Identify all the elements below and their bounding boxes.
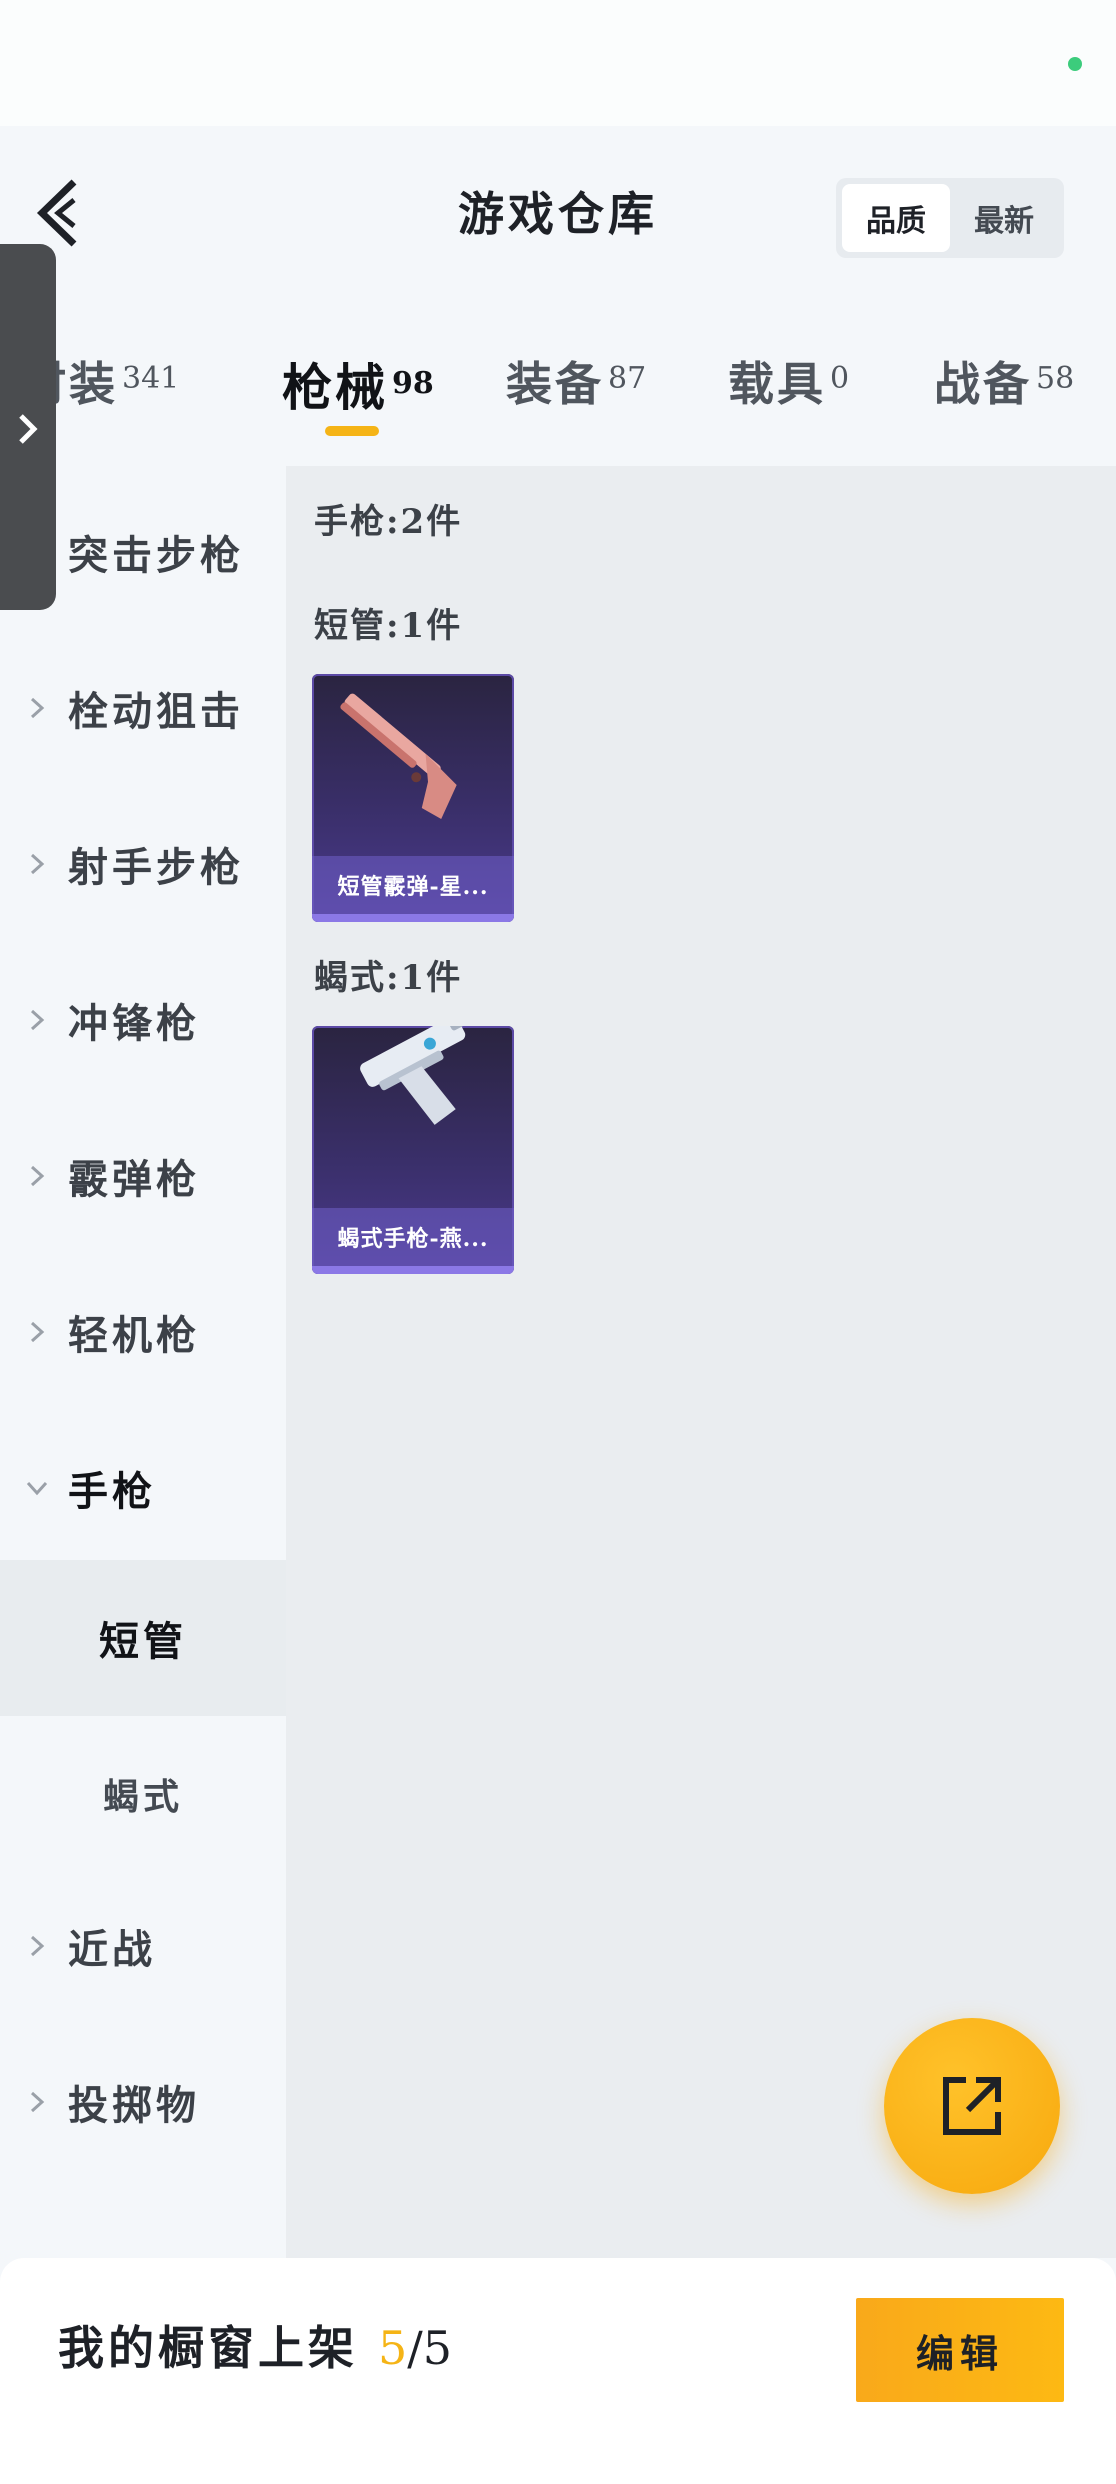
sort-option-latest[interactable]: 最新 — [950, 184, 1058, 252]
group-title: 短管:1件 — [314, 606, 463, 646]
status-bar — [0, 0, 1116, 126]
tab-equipment[interactable]: 装备 87 — [506, 348, 646, 414]
tab-supplies[interactable]: 战备 58 — [934, 348, 1074, 414]
sidebar-item-throwables[interactable]: 投掷物 — [0, 2024, 286, 2180]
showcase-status: 我的橱窗上架 5/5 — [58, 2312, 452, 2378]
chevron-right-icon — [19, 414, 38, 444]
chevron-right-icon — [30, 1165, 45, 1187]
tab-count: 87 — [608, 360, 647, 396]
sidebar-item-pistol[interactable]: 手枪 — [0, 1410, 286, 1566]
chevron-right-icon — [30, 853, 45, 875]
sidebar-item-lmg[interactable]: 轻机枪 — [0, 1254, 286, 1410]
pistol-skin-image — [360, 1026, 470, 1125]
sidebar-item-bolt-sniper[interactable]: 栓动狙击 — [0, 630, 286, 786]
item-card-name: 短管霰弹-星... — [312, 856, 514, 914]
sidebar-item-label: 冲锋枪 — [68, 1000, 200, 1047]
status-indicator-dot — [1068, 57, 1082, 71]
category-summary: 手枪:2件 — [314, 502, 463, 542]
tab-count: 98 — [392, 365, 434, 401]
header: 游戏仓库 品质 最新 — [0, 126, 1116, 296]
rarity-bar — [312, 914, 514, 922]
showcase-total: /5 — [407, 2321, 453, 2375]
tab-count: 58 — [1036, 360, 1075, 396]
sidebar-item-marksman-rifle[interactable]: 射手步枪 — [0, 786, 286, 942]
sidebar-item-label: 射手步枪 — [68, 844, 244, 891]
item-grid-panel: 手枪:2件 短管:1件 短管霰弹-星... 蝎式:1件 蝎式手枪-燕... — [286, 466, 1116, 2258]
sidebar-subitem-scorpion[interactable]: 蝎式 — [0, 1716, 286, 1872]
chevron-right-icon — [30, 2091, 45, 2113]
tab-label: 枪械 — [282, 358, 388, 417]
tab-label: 战备 — [934, 357, 1032, 411]
sidebar-item-label: 栓动狙击 — [68, 688, 244, 735]
rarity-bar — [312, 1266, 514, 1274]
edit-button[interactable]: 编辑 — [856, 2298, 1064, 2402]
subcategory-sidebar: 突击步枪 栓动狙击 射手步枪 冲锋枪 霰弹枪 轻机枪 手枪 短管 蝎式 近战 投… — [0, 466, 286, 2258]
category-tabs: 时装 341 枪械 98 装备 87 载具 0 战备 58 — [0, 296, 1116, 466]
side-drawer-handle[interactable] — [0, 244, 56, 610]
active-tab-indicator — [325, 426, 379, 436]
tab-vehicles[interactable]: 载具 0 — [728, 348, 849, 414]
sidebar-item-label: 投掷物 — [68, 2082, 200, 2129]
tab-count: 0 — [830, 360, 850, 396]
sidebar-item-label: 手枪 — [68, 1468, 156, 1515]
tab-label: 装备 — [506, 357, 604, 411]
showcase-current-count: 5 — [378, 2321, 408, 2375]
sidebar-item-label: 轻机枪 — [68, 1312, 200, 1359]
chevron-down-icon — [26, 1481, 48, 1496]
tab-count: 341 — [122, 360, 180, 396]
sort-option-quality[interactable]: 品质 — [842, 184, 950, 252]
sort-toggle: 品质 最新 — [836, 178, 1064, 258]
sidebar-subitem-short-barrel[interactable]: 短管 — [0, 1560, 286, 1716]
item-card[interactable]: 短管霰弹-星... — [312, 674, 514, 922]
share-external-icon — [943, 2077, 1001, 2135]
showcase-label: 我的橱窗上架 — [58, 2321, 358, 2375]
group-title: 蝎式:1件 — [314, 958, 463, 998]
item-card[interactable]: 蝎式手枪-燕... — [312, 1026, 514, 1274]
footer-bar: 我的橱窗上架 5/5 编辑 — [0, 2258, 1116, 2484]
chevron-right-icon — [30, 1009, 45, 1031]
sidebar-item-shotgun[interactable]: 霰弹枪 — [0, 1098, 286, 1254]
share-button[interactable] — [884, 2018, 1060, 2194]
tab-label: 载具 — [728, 357, 826, 411]
sidebar-item-melee[interactable]: 近战 — [0, 1868, 286, 2024]
shotgun-skin-image — [340, 693, 457, 820]
chevron-right-icon — [30, 697, 45, 719]
tab-firearms[interactable]: 枪械 98 — [282, 348, 434, 420]
sidebar-item-label: 霰弹枪 — [68, 1156, 200, 1203]
sidebar-item-label: 突击步枪 — [68, 532, 244, 579]
item-card-name: 蝎式手枪-燕... — [312, 1208, 514, 1266]
sidebar-item-label: 近战 — [68, 1926, 156, 1973]
chevron-right-icon — [30, 1935, 45, 1957]
chevron-right-icon — [30, 1321, 45, 1343]
sidebar-item-smg[interactable]: 冲锋枪 — [0, 942, 286, 1098]
